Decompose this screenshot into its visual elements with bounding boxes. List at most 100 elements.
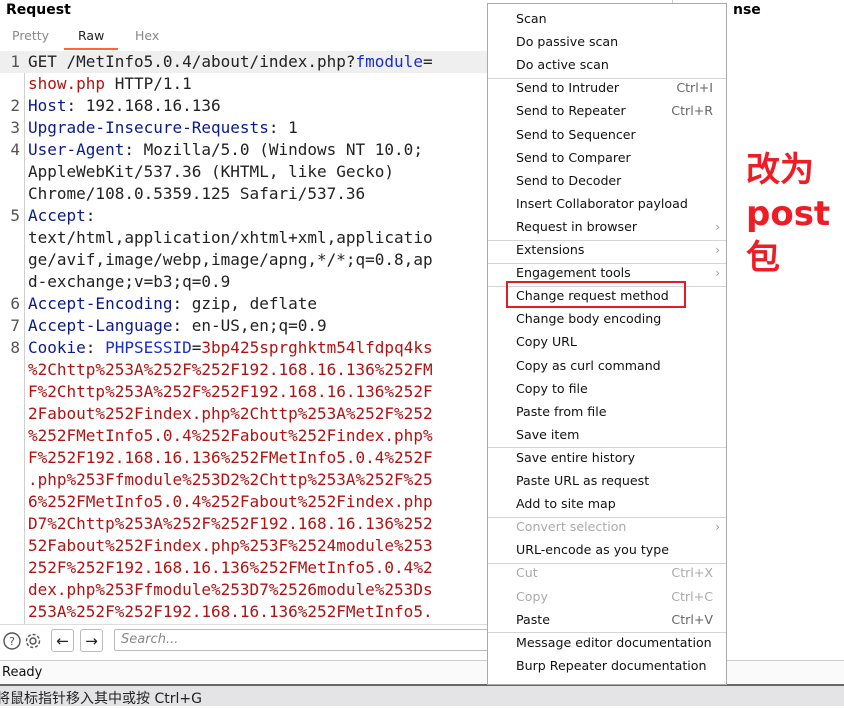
editor-line: 52Fabout%252Findex.php%253F%2524module%2… [0, 535, 490, 557]
line-number: 7 [10, 316, 20, 335]
line-text: 252F%252F192.168.16.136%252FMetInfo5.0.4… [28, 557, 433, 579]
menu-item-do-active-scan[interactable]: Do active scan [488, 54, 726, 76]
menu-item-save-item[interactable]: Save item [488, 424, 726, 446]
text-segment: Host [28, 96, 67, 115]
text-segment: 253A%252F%252F192.168.16.136%252FMetInfo… [28, 602, 433, 621]
text-segment: show.php [28, 74, 106, 93]
chevron-right-icon: › [715, 219, 720, 234]
menu-item-copy-url[interactable]: Copy URL [488, 331, 726, 353]
text-segment: : en-US,en;q=0.9 [172, 316, 327, 335]
line-text: Accept-Encoding: gzip, deflate [28, 293, 317, 315]
text-segment: Accept-Encoding [28, 294, 173, 313]
menu-item-request-in-browser[interactable]: Request in browser › [488, 216, 726, 238]
shortcut-label: Ctrl+C [671, 588, 713, 604]
editor-line: dex.php%253Ffmodule%253D7%2526module%253… [0, 579, 490, 601]
menu-item-add-to-site-map[interactable]: Add to site map [488, 493, 726, 515]
text-segment: GET /MetInfo5.0.4/about/index.php? [28, 52, 356, 71]
annotation-line: 改为 [746, 150, 814, 190]
menu-item-paste[interactable]: Paste Ctrl+V [488, 609, 726, 631]
line-text: ge/avif,image/webp,image/apng,*/*;q=0.8,… [28, 249, 433, 271]
annotation-text: 改为 post 包 [746, 148, 830, 280]
menu-item-burp-repeater-documentation[interactable]: Burp Repeater documentation [488, 655, 726, 677]
menu-item-label: Paste from file [516, 403, 607, 419]
text-segment: PHPSESSID [105, 338, 192, 357]
menu-item-message-editor-documentation[interactable]: Message editor documentation [488, 632, 726, 654]
menu-item-label: Send to Comparer [516, 149, 631, 165]
tab-pretty[interactable]: Pretty [12, 28, 49, 46]
text-segment: : Mozilla/5.0 (Windows NT 10.0; [124, 140, 423, 159]
menu-item-paste-url-as-request[interactable]: Paste URL as request [488, 470, 726, 492]
settings-gear-icon[interactable] [23, 631, 43, 651]
text-segment: Upgrade-Insecure-Requests [28, 118, 269, 137]
menu-item-copy-to-file[interactable]: Copy to file [488, 378, 726, 400]
menu-item-label: Add to site map [516, 496, 616, 512]
help-icon[interactable]: ? [2, 631, 22, 651]
menu-item-do-passive-scan[interactable]: Do passive scan [488, 31, 726, 53]
line-number: 2 [10, 96, 20, 115]
menu-item-extensions[interactable]: Extensions › [488, 239, 726, 261]
menu-item-change-body-encoding[interactable]: Change body encoding [488, 308, 726, 330]
menu-item-label: Do active scan [516, 57, 609, 73]
text-segment: User-Agent [28, 140, 125, 159]
back-button[interactable]: ← [51, 629, 74, 652]
tab-raw[interactable]: Raw [63, 28, 119, 50]
line-text: d-exchange;v=b3;q=0.9 [28, 271, 230, 293]
editor-line: 6%252FMetInfo5.0.4%252Fabout%252Findex.p… [0, 491, 490, 513]
editor-line: 8 Cookie: PHPSESSID=3bp425sprghktm54lfdpq… [0, 337, 490, 359]
svg-text:?: ? [9, 635, 15, 648]
forward-button[interactable]: → [80, 629, 103, 652]
menu-item-label: Copy URL [516, 334, 577, 350]
line-number: 1 [10, 52, 20, 71]
line-text: Host: 192.168.16.136 [28, 95, 221, 117]
line-number: 5 [10, 206, 20, 225]
text-segment: 52Fabout%252Findex.php%253F%2524module%2… [28, 536, 433, 555]
request-editor[interactable]: 1 GET /MetInfo5.0.4/about/index.php?fmodu… [0, 51, 490, 624]
response-title: nse [733, 2, 761, 18]
menu-item-paste-from-file[interactable]: Paste from file [488, 401, 726, 423]
menu-item-label: Copy [516, 588, 548, 604]
menu-item-cut: Cut Ctrl+X [488, 562, 726, 584]
line-text: dex.php%253Ffmodule%253D7%2526module%253… [28, 579, 433, 601]
menu-item-copy-as-curl-command[interactable]: Copy as curl command [488, 355, 726, 377]
text-segment: 3bp425sprghktm54lfdpq4ks [201, 338, 433, 357]
annotation-line: 包 [746, 238, 780, 278]
editor-line: text/html,application/xhtml+xml,applicat… [0, 227, 490, 249]
menu-item-label: Copy to file [516, 380, 588, 396]
shortcut-label: Ctrl+X [671, 565, 713, 581]
line-text: User-Agent: Mozilla/5.0 (Windows NT 10.0… [28, 139, 423, 161]
menu-item-url-encode-as-you-type[interactable]: URL-encode as you type [488, 539, 726, 561]
line-number: 4 [10, 140, 20, 159]
line-text: F%2Chttp%253A%252F%252F192.168.16.136%25… [28, 381, 433, 403]
menu-item-label: Extensions [516, 242, 585, 257]
menu-item-send-to-decoder[interactable]: Send to Decoder [488, 170, 726, 192]
text-segment: Chrome/108.0.5359.125 Safari/537.36 [28, 184, 366, 203]
text-segment: 6%252FMetInfo5.0.4%252Fabout%252Findex.p… [28, 492, 433, 511]
menu-item-send-to-intruder[interactable]: Send to Intruder Ctrl+I [488, 77, 726, 99]
menu-item-label: Request in browser [516, 218, 638, 234]
menu-item-insert-collaborator-payload[interactable]: Insert Collaborator payload [488, 193, 726, 215]
menu-item-label: Send to Repeater [516, 103, 626, 119]
menu-item-save-entire-history[interactable]: Save entire history [488, 447, 726, 469]
menu-item-send-to-repeater[interactable]: Send to Repeater Ctrl+R [488, 100, 726, 122]
arrow-right-icon: → [85, 631, 98, 650]
line-text: Upgrade-Insecure-Requests: 1 [28, 117, 298, 139]
editor-line: F%252F192.168.16.136%252FMetInfo5.0.4%25… [0, 447, 490, 469]
search-input[interactable]: Search... [114, 629, 490, 651]
menu-item-send-to-sequencer[interactable]: Send to Sequencer [488, 124, 726, 146]
menu-item-label: Paste [516, 611, 550, 627]
shortcut-label: Ctrl+I [676, 80, 713, 96]
menu-item-label: Send to Sequencer [516, 126, 636, 142]
line-text: .php%253Ffmodule%253D2%2Chttp%253A%252F%… [28, 469, 433, 491]
line-text: 6%252FMetInfo5.0.4%252Fabout%252Findex.p… [28, 491, 433, 513]
menu-item-scan[interactable]: Scan [488, 8, 726, 30]
menu-item-convert-selection: Convert selection › [488, 516, 726, 538]
tab-hex[interactable]: Hex [135, 28, 159, 46]
line-text: F%252F192.168.16.136%252FMetInfo5.0.4%25… [28, 447, 433, 469]
menu-item-label: Insert Collaborator payload [516, 195, 688, 211]
menu-item-send-to-comparer[interactable]: Send to Comparer [488, 147, 726, 169]
text-segment: %252FMetInfo5.0.4%252Fabout%252Findex.ph… [28, 426, 433, 445]
text-segment: .php%253Ffmodule%253D2%2Chttp%253A%252F%… [28, 470, 433, 489]
text-segment: : [85, 206, 96, 225]
line-text: 2Fabout%252Findex.php%2Chttp%253A%252F%2… [28, 403, 433, 425]
line-text: 52Fabout%252Findex.php%253F%2524module%2… [28, 535, 433, 557]
